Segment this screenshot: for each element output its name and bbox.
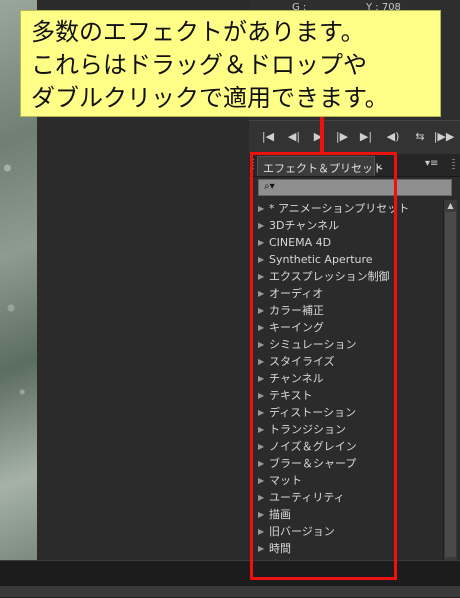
highlight-frame [250,152,397,580]
scroll-up-icon[interactable]: ▲ [445,201,456,211]
next-frame-button[interactable]: |▶ [331,129,353,145]
loop-button[interactable]: ⇆ [409,129,431,145]
previous-frame-button[interactable]: ◀| [283,129,305,145]
callout-line-1: 多数のエフェクトがあります。 [31,18,365,46]
panel-menu-icon[interactable]: ▾≡ [425,158,438,169]
callout-box: 多数のエフェクトがあります。 これらはドラッグ＆ドロップや ダブルクリックで適用… [20,10,441,117]
callout-line-3: ダブルクリックで適用できます。 [31,84,389,112]
callout-line-2: これらはドラッグ＆ドロップや [31,51,367,79]
last-frame-button[interactable]: ▶| [355,129,377,145]
play-button[interactable]: ▶ [307,129,329,145]
timeline-strip [0,586,460,597]
grip-icon[interactable] [452,159,455,171]
scroll-thumb[interactable] [445,212,456,557]
ram-preview-button[interactable]: |▶▶ [433,129,455,145]
scrollbar[interactable]: ▲ ▼ [443,200,457,570]
audio-button[interactable]: ◀) [382,129,404,145]
preview-controls: |◀ ◀| ▶ |▶ ▶| ◀) ⇆ |▶▶ [249,120,460,155]
first-frame-button[interactable]: |◀ [257,129,279,145]
